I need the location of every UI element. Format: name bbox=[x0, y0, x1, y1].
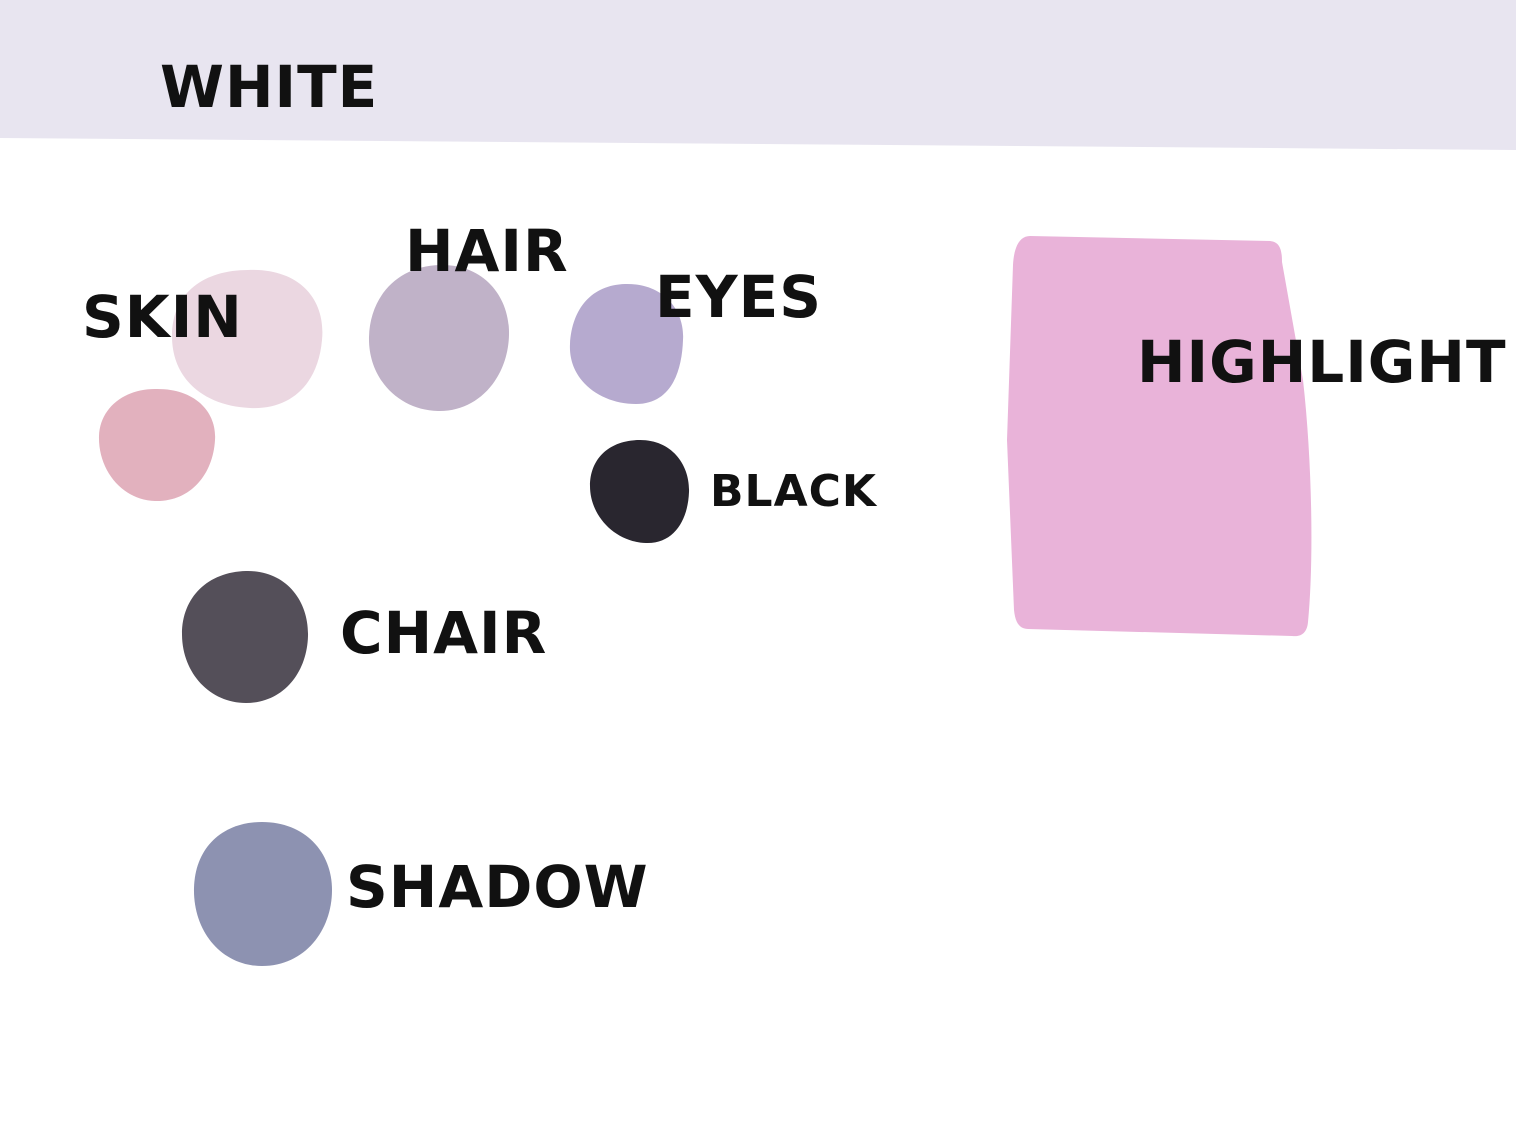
skin-label: SKIN bbox=[82, 283, 243, 351]
hair-swatch bbox=[368, 264, 510, 412]
shadow-swatch bbox=[193, 822, 332, 966]
highlight-swatch bbox=[1007, 236, 1312, 637]
skin-dark-swatch bbox=[98, 388, 216, 502]
shadow-label: SHADOW bbox=[346, 853, 649, 921]
chair-swatch bbox=[182, 570, 309, 703]
black-label: BLACK bbox=[710, 466, 878, 517]
white-label: WHITE bbox=[160, 53, 379, 121]
palette-canvas bbox=[0, 0, 1516, 966]
black-swatch bbox=[590, 440, 690, 544]
highlight-label: HIGHLIGHT bbox=[1137, 328, 1507, 396]
chair-label: CHAIR bbox=[340, 599, 548, 667]
eyes-label: EYES bbox=[655, 263, 823, 331]
hair-label: HAIR bbox=[405, 217, 569, 285]
